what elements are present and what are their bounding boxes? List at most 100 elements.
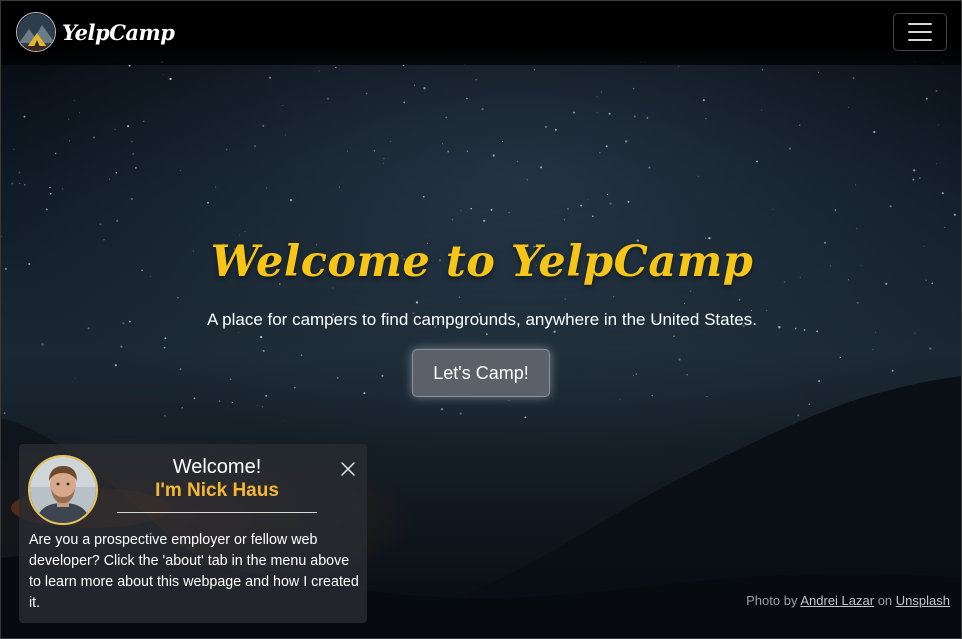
welcome-message: Are you a prospective employer or fellow… [29,532,359,611]
star [684,303,685,305]
star [648,166,651,169]
star [564,298,566,300]
star [873,130,876,134]
star [11,182,14,185]
star [508,212,510,214]
star [41,343,44,346]
star [605,145,608,148]
star [596,111,598,113]
star [564,219,565,221]
star [912,178,915,181]
star [632,87,635,90]
star [756,160,758,163]
star [318,70,320,72]
star [164,337,167,340]
star [389,140,392,143]
star [441,143,444,145]
photographer-link[interactable]: Andrei Lazar [800,593,874,608]
star [544,125,548,128]
star [268,76,272,79]
star [600,91,603,93]
star [365,92,368,95]
star [533,69,536,71]
star [19,182,21,184]
star [935,89,938,92]
hamburger-bar [908,39,932,41]
unsplash-link[interactable]: Unsplash [896,593,950,608]
star [929,347,932,350]
star [92,136,96,139]
credit-middle: on [877,593,893,608]
star [944,226,946,228]
star [445,116,447,119]
star [926,97,928,100]
star [875,331,877,333]
star [834,209,837,211]
author-avatar [28,455,98,525]
star [451,219,454,221]
close-icon[interactable] [339,460,357,478]
star [163,346,166,349]
star [625,140,628,143]
star [49,186,51,189]
star [179,170,181,171]
star [289,198,293,202]
star [54,152,57,155]
star [45,208,48,211]
credit-prefix: Photo by [746,593,798,608]
star [475,79,477,81]
star [697,175,699,177]
star [226,149,228,151]
star [470,207,472,210]
star [553,330,556,333]
star [254,145,256,148]
hero-subtitle: A place for campers to find campgrounds,… [207,310,757,329]
star [613,296,615,298]
star [260,335,263,339]
star [567,208,569,210]
star [447,150,450,153]
star [938,124,940,126]
star [761,69,764,71]
star [705,118,707,120]
hamburger-menu-icon[interactable] [893,13,947,51]
star [481,107,484,111]
top-navbar: YelpCamp [1,1,961,65]
star [633,115,636,118]
star [592,215,594,218]
star [300,354,303,356]
star [760,109,763,111]
star [816,330,818,333]
star [573,111,575,114]
star [872,348,874,350]
star [935,163,937,165]
lets-camp-button[interactable]: Let's Camp! [412,349,550,397]
star [262,349,265,352]
brand-name: YelpCamp [62,19,175,45]
star [673,335,675,338]
star [108,178,110,180]
author-name: I'm Nick Haus [155,480,279,501]
star [913,169,916,172]
star [516,160,519,163]
star [423,87,426,90]
star [492,154,495,157]
yelpcamp-logo-icon [16,12,56,52]
star [554,128,557,131]
star [50,193,52,195]
brand-link[interactable]: YelpCamp [16,12,175,52]
star [482,219,486,222]
star [788,147,792,150]
star [466,97,468,100]
star [856,227,858,230]
star [702,99,705,102]
star [127,125,130,128]
star [599,151,601,154]
star [738,299,741,301]
star [79,112,81,114]
star [502,141,504,142]
landing-page: YelpCamp Welcome to YelpCamp A place for… [0,0,962,639]
star [23,115,26,118]
star [132,153,135,155]
star [327,97,329,100]
